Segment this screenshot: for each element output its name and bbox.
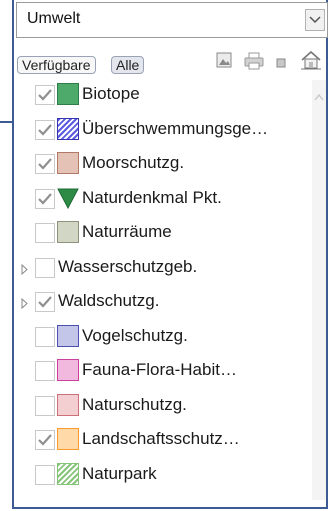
layer-item[interactable]: Fauna-Flora-Habit…: [16, 358, 312, 384]
legend-swatch: [57, 393, 79, 416]
layer-label: Wasserschutzgeb.: [58, 256, 198, 276]
layer-label: Vogelschutzg.: [82, 325, 188, 345]
theme-dropdown-value: Umwelt: [27, 10, 81, 27]
legend-swatch: [57, 221, 79, 243]
tab-all[interactable]: Alle: [111, 56, 145, 74]
layer-label: Überschwemmungsge…: [82, 118, 269, 138]
square-icon[interactable]: [276, 55, 286, 73]
layer-item[interactable]: Landschaftsschutz…: [16, 427, 312, 453]
layer-panel: Umwelt Verfügbare Alle Biotope Überschwe…: [12, 0, 328, 509]
legend-triangle-symbol: [57, 187, 79, 209]
legend-swatch: [57, 152, 79, 174]
legend-swatch: [57, 428, 79, 450]
layer-checkbox[interactable]: [35, 464, 55, 485]
layer-item[interactable]: Naturdenkmal Pkt.: [16, 186, 312, 212]
layer-checkbox[interactable]: [35, 257, 55, 278]
layer-item[interactable]: Naturräume: [16, 220, 312, 246]
layer-item[interactable]: Wasserschutzgeb.: [16, 255, 312, 281]
layer-checkbox[interactable]: [35, 430, 55, 450]
layer-label: Landschaftsschutz…: [82, 429, 240, 448]
layer-item[interactable]: Naturpark: [16, 462, 312, 488]
layer-checkbox[interactable]: [35, 85, 55, 105]
layer-item[interactable]: Überschwemmungsge…: [16, 117, 312, 143]
home-icon[interactable]: [300, 50, 322, 75]
layer-item[interactable]: Moorschutzg.: [16, 151, 312, 177]
legend-swatch: [57, 324, 79, 347]
layer-item[interactable]: Waldschutzg.: [16, 289, 312, 315]
expand-arrow-icon[interactable]: [21, 262, 28, 280]
scrollbar[interactable]: [312, 80, 326, 500]
layer-checkbox[interactable]: [35, 292, 55, 312]
expand-arrow-icon[interactable]: [21, 296, 28, 314]
layer-checkbox[interactable]: [35, 119, 55, 140]
theme-dropdown[interactable]: Umwelt: [16, 2, 328, 38]
layer-label: Naturpark: [82, 463, 157, 483]
map-icon[interactable]: [216, 52, 232, 73]
layer-item[interactable]: Vogelschutzg.: [16, 324, 312, 350]
layer-checkbox[interactable]: [35, 154, 55, 174]
layer-checkbox[interactable]: [35, 188, 55, 209]
print-icon[interactable]: [244, 52, 264, 75]
layer-label: Biotope: [82, 84, 140, 103]
layer-item[interactable]: Biotope: [16, 82, 312, 108]
chevron-down-icon[interactable]: [305, 9, 325, 31]
layer-label: Fauna-Flora-Habit…: [82, 360, 237, 379]
connector-line: [0, 121, 12, 123]
layer-item[interactable]: Naturschutzg.: [16, 393, 312, 419]
toolbar: Verfügbare Alle: [16, 44, 328, 78]
legend-hatch-swatch: [57, 462, 79, 485]
scroll-up-icon[interactable]: [314, 88, 324, 106]
legend-swatch: [57, 83, 79, 105]
tab-available[interactable]: Verfügbare: [17, 56, 96, 74]
layer-label: Naturräume: [82, 222, 172, 241]
layer-label: Naturdenkmal Pkt.: [82, 187, 222, 207]
legend-swatch: [57, 359, 79, 381]
layer-checkbox[interactable]: [35, 326, 55, 347]
layer-label: Moorschutzg.: [82, 153, 185, 172]
layer-checkbox[interactable]: [35, 395, 55, 416]
layer-label: Naturschutzg.: [82, 394, 187, 414]
layer-label: Waldschutzg.: [58, 291, 160, 310]
legend-hatch-swatch: [57, 117, 79, 140]
layer-tree: Biotope Überschwemmungsge… Moorschutzg. Nat…: [16, 80, 312, 500]
layer-checkbox[interactable]: [35, 361, 55, 381]
layer-checkbox[interactable]: [35, 223, 55, 243]
